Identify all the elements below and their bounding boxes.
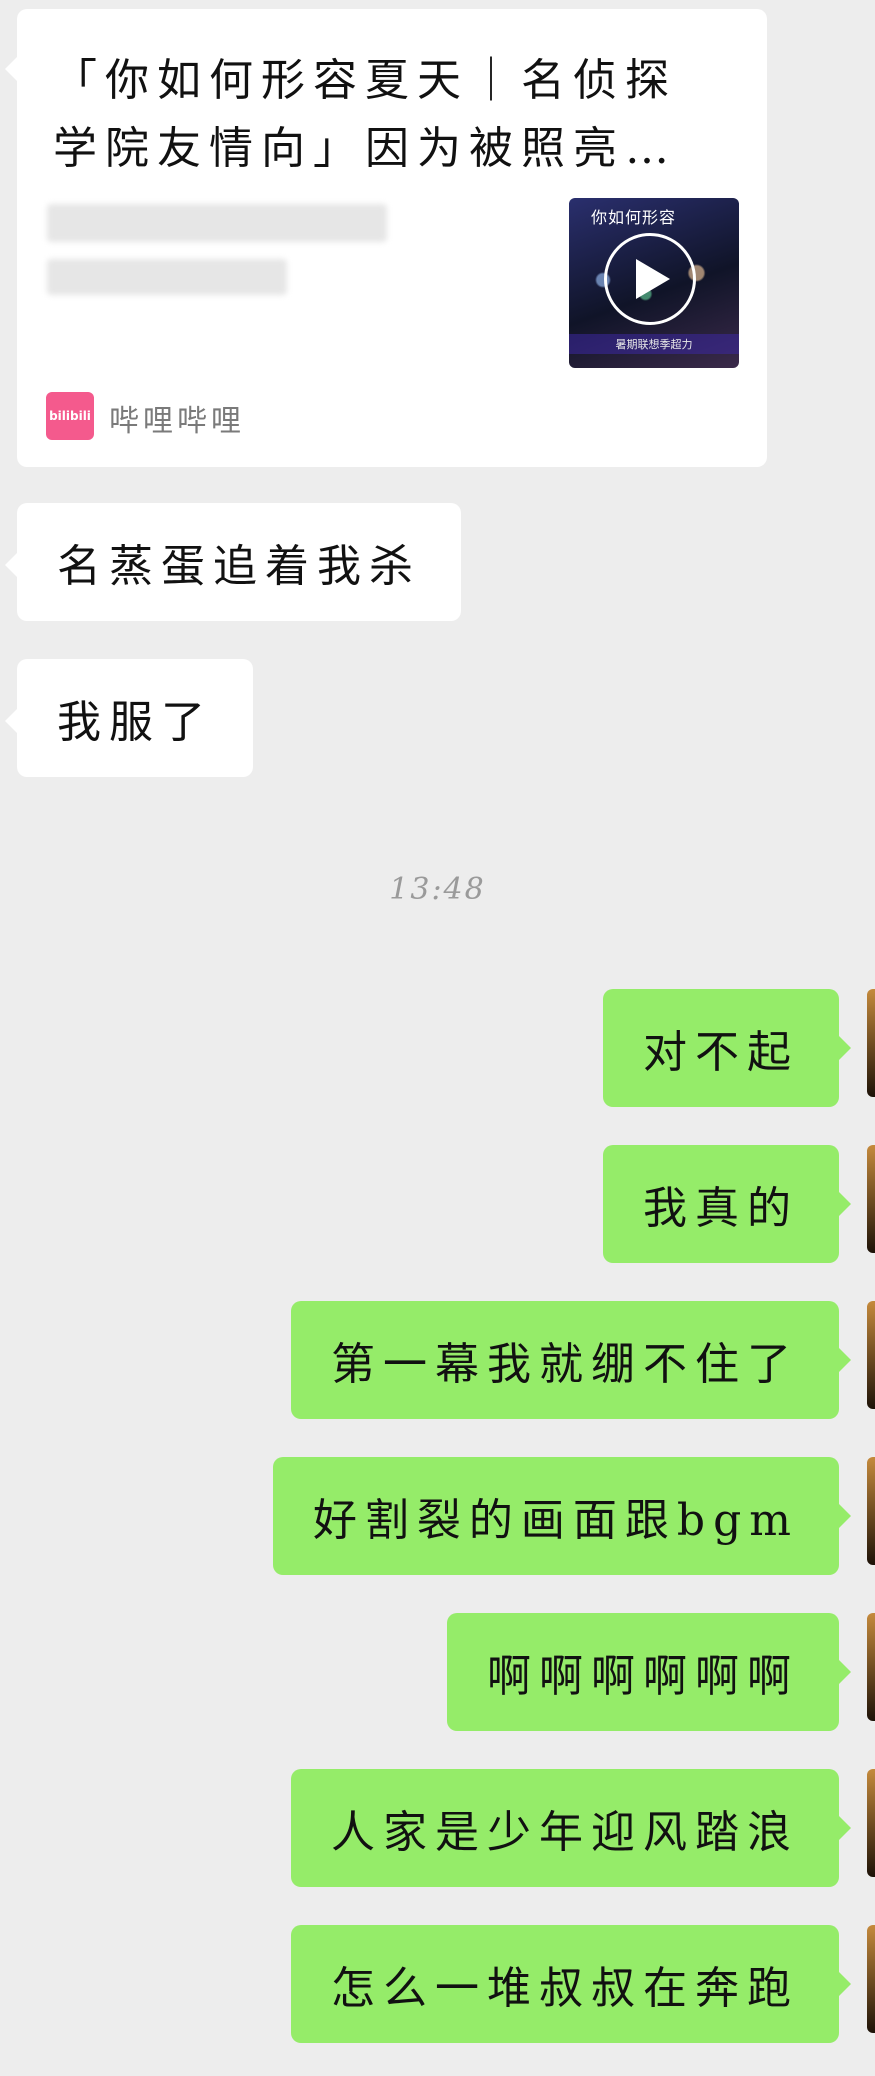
chat-view: 「你如何形容夏天｜名侦探学院友情向」因为被照亮… 你如何形容 暑期联想季超力 b…	[0, 0, 875, 2076]
message-text: 我真的	[643, 1183, 799, 1234]
outgoing-message-bubble[interactable]: 对不起	[603, 989, 851, 1107]
source-app-name: 哔哩哔哩	[109, 404, 245, 439]
self-avatar[interactable]	[867, 1925, 875, 2033]
blurred-description-line-2	[47, 259, 287, 295]
video-share-card[interactable]: 「你如何形容夏天｜名侦探学院友情向」因为被照亮… 你如何形容 暑期联想季超力 b…	[5, 9, 767, 467]
message-text: 人家是少年迎风踏浪	[331, 1807, 799, 1858]
bilibili-logo-icon: bilibili	[46, 392, 94, 440]
self-avatar[interactable]	[867, 1301, 875, 1409]
play-triangle-icon	[636, 259, 670, 299]
outgoing-message-bubble[interactable]: 怎么一堆叔叔在奔跑	[291, 1925, 851, 2043]
message-text: 啊啊啊啊啊啊	[487, 1651, 799, 1702]
outgoing-message-bubble[interactable]: 好割裂的画面跟bgm	[272, 1457, 852, 1575]
video-thumbnail[interactable]: 你如何形容 暑期联想季超力	[569, 198, 739, 368]
outgoing-message-bubble[interactable]: 人家是少年迎风踏浪	[291, 1769, 851, 1887]
incoming-message-bubble[interactable]: 名蒸蛋追着我杀	[5, 503, 461, 621]
self-avatar[interactable]	[867, 989, 875, 1097]
outgoing-message-bubble[interactable]: 啊啊啊啊啊啊	[447, 1613, 851, 1731]
video-card-title: 「你如何形容夏天｜名侦探学院友情向」因为被照亮…	[53, 55, 677, 174]
play-icon[interactable]	[604, 233, 696, 325]
thumbnail-caption: 暑期联想季超力	[569, 334, 739, 354]
blurred-description-line-1	[47, 204, 387, 242]
outgoing-message-bubble[interactable]: 我真的	[603, 1145, 851, 1263]
incoming-message-bubble[interactable]: 我服了	[5, 659, 253, 777]
message-text: 怎么一堆叔叔在奔跑	[331, 1963, 799, 2014]
bilibili-logo-text: bilibili	[49, 409, 91, 423]
self-avatar[interactable]	[867, 1613, 875, 1721]
thumbnail-banner-text: 你如何形容	[591, 208, 677, 227]
message-text: 好割裂的画面跟bgm	[312, 1495, 799, 1546]
message-text: 名蒸蛋追着我杀	[57, 541, 421, 592]
outgoing-message-bubble[interactable]: 第一幕我就绷不住了	[291, 1301, 851, 1419]
message-text: 我服了	[57, 697, 213, 748]
chat-timestamp: 13:48	[389, 872, 486, 907]
message-text: 第一幕我就绷不住了	[331, 1339, 799, 1390]
self-avatar[interactable]	[867, 1769, 875, 1877]
self-avatar[interactable]	[867, 1145, 875, 1253]
self-avatar[interactable]	[867, 1457, 875, 1565]
message-text: 对不起	[643, 1027, 799, 1078]
